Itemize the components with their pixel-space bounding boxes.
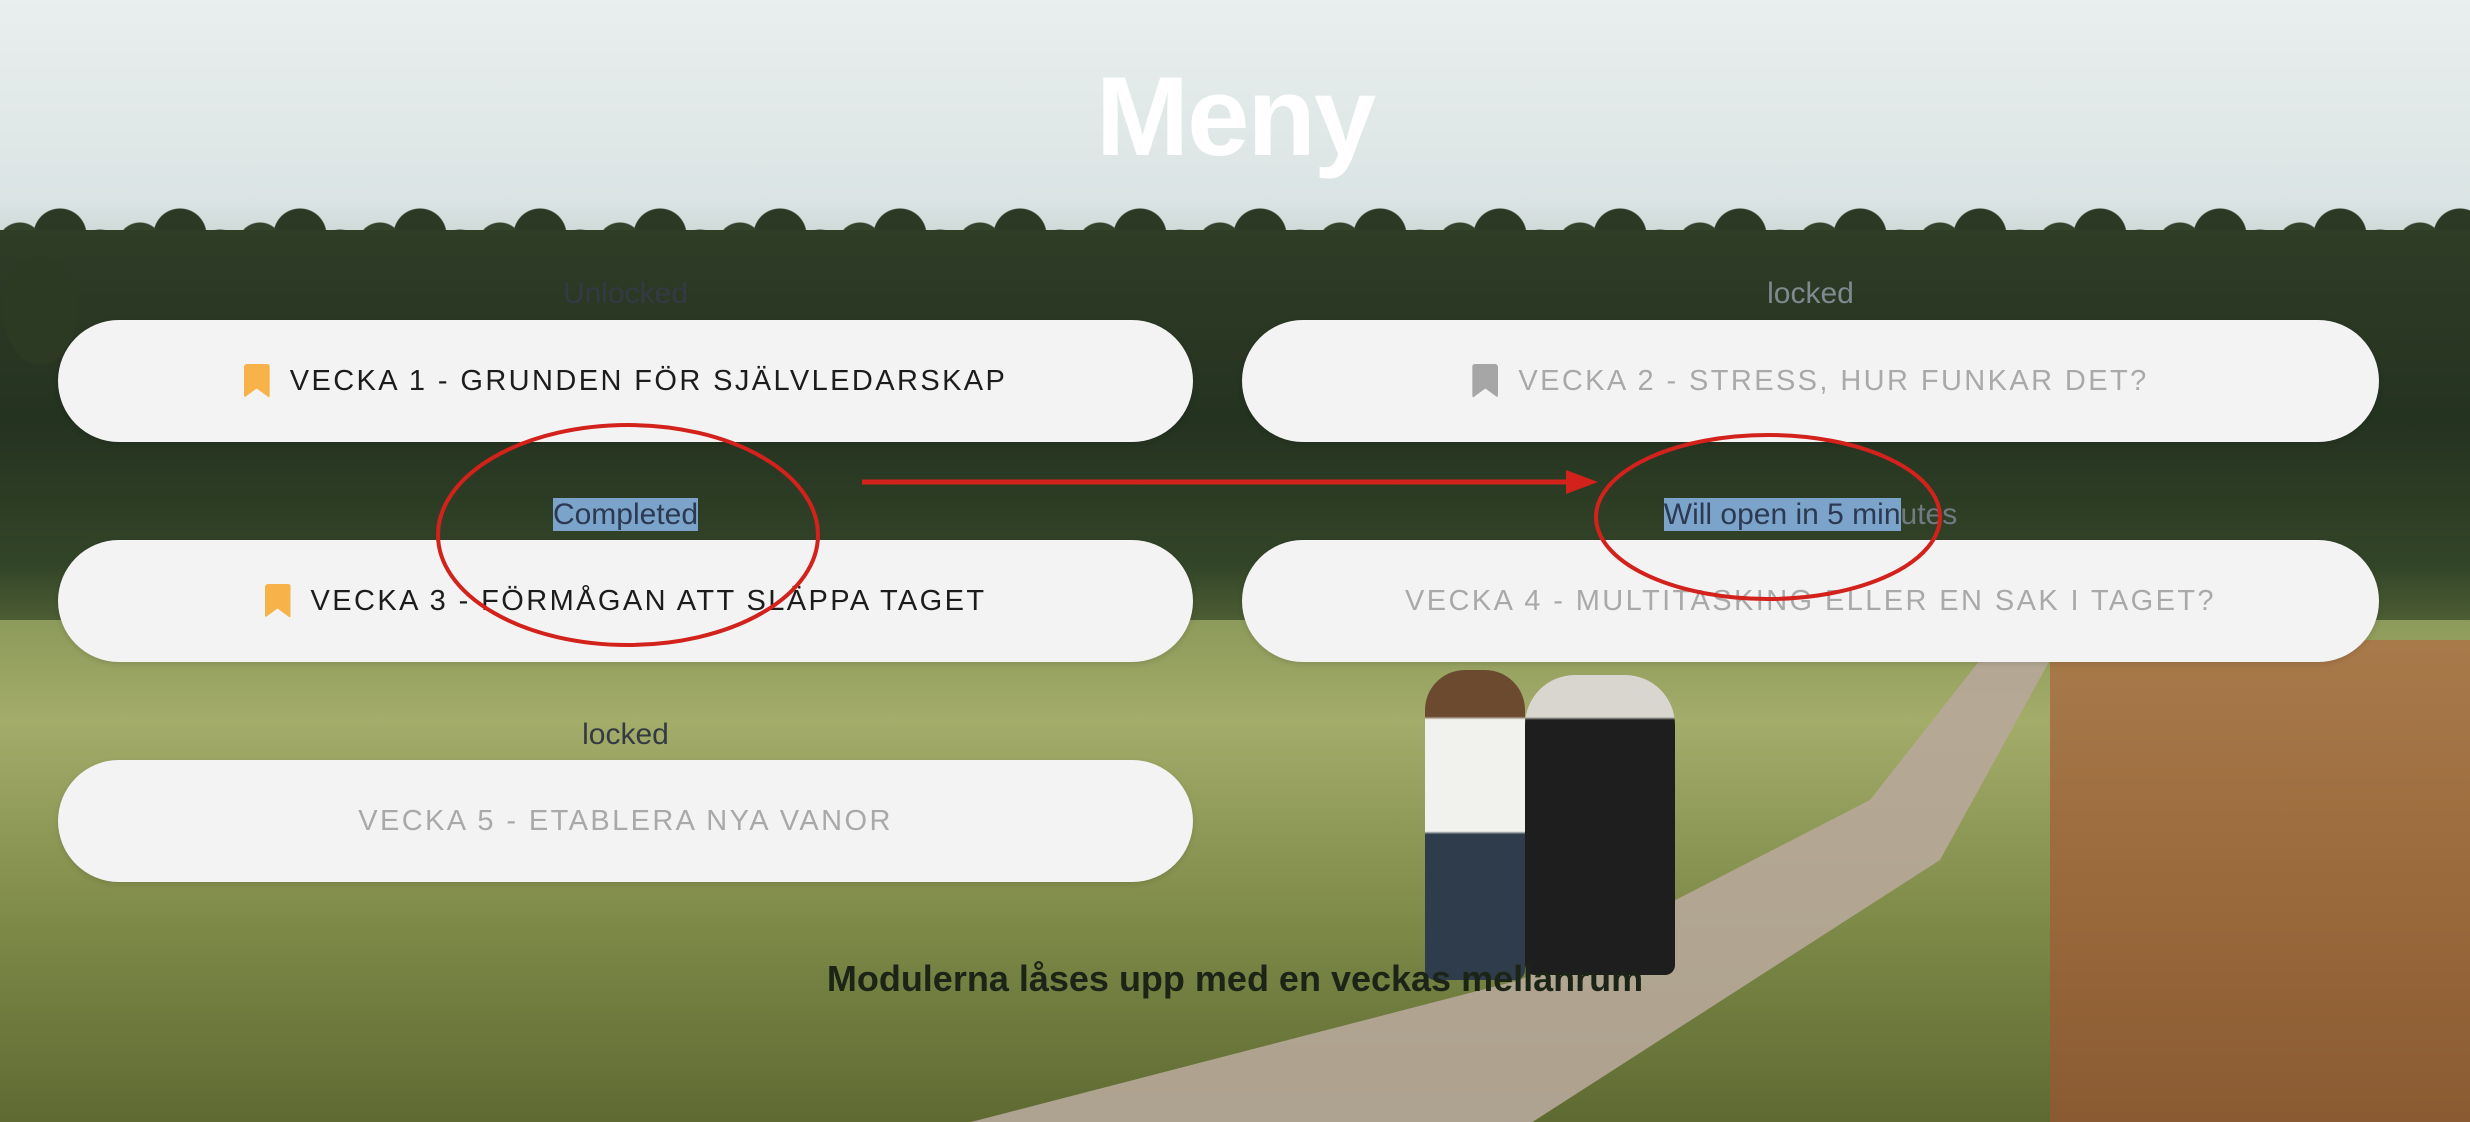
bookmark-icon (243, 364, 270, 398)
module-card-1[interactable]: VECKA 1 - GRUNDEN FÖR SJÄLVLEDARSKAP (58, 320, 1193, 442)
walking-person-right (1525, 675, 1675, 975)
module-label-5: VECKA 5 - ETABLERA NYA VANOR (358, 804, 893, 837)
module-label-2: VECKA 2 - STRESS, HUR FUNKAR DET? (1518, 364, 2149, 397)
module-status-5: locked (582, 718, 669, 751)
module-status-1: Unlocked (562, 277, 689, 310)
selected-text-open: Will open in 5 min (1663, 498, 1901, 531)
menu-page: Meny Unlocked VECKA 1 - GRUNDEN FÖR SJÄL… (0, 0, 2470, 1122)
wheat-field (2050, 640, 2470, 1122)
module-card-2[interactable]: VECKA 2 - STRESS, HUR FUNKAR DET? (1242, 320, 2379, 442)
module-card-5[interactable]: VECKA 5 - ETABLERA NYA VANOR (58, 760, 1193, 882)
page-title: Meny (1095, 54, 1376, 179)
module-status-2: locked (1767, 277, 1854, 310)
module-label-1: VECKA 1 - GRUNDEN FÖR SJÄLVLEDARSKAP (289, 364, 1008, 397)
module-label-4: VECKA 4 - MULTITASKING ELLER EN SAK I TA… (1405, 584, 2216, 617)
module-status-4: Will open in 5 minutes (1242, 498, 2379, 532)
module-card-3[interactable]: VECKA 3 - FÖRMÅGAN ATT SLÄPPA TAGET (58, 540, 1193, 662)
unlock-note: Modulerna låses upp med en veckas mellan… (826, 958, 1644, 999)
walking-person-left (1425, 670, 1525, 980)
selected-text-completed: Completed (552, 498, 699, 531)
module-status-3: Completed (58, 498, 1193, 532)
module-card-4[interactable]: VECKA 4 - MULTITASKING ELLER EN SAK I TA… (1242, 540, 2379, 662)
bookmark-icon (264, 584, 291, 618)
status-remainder: utes (1900, 498, 1958, 531)
bookmark-icon (1472, 364, 1499, 398)
module-label-3: VECKA 3 - FÖRMÅGAN ATT SLÄPPA TAGET (310, 584, 987, 617)
